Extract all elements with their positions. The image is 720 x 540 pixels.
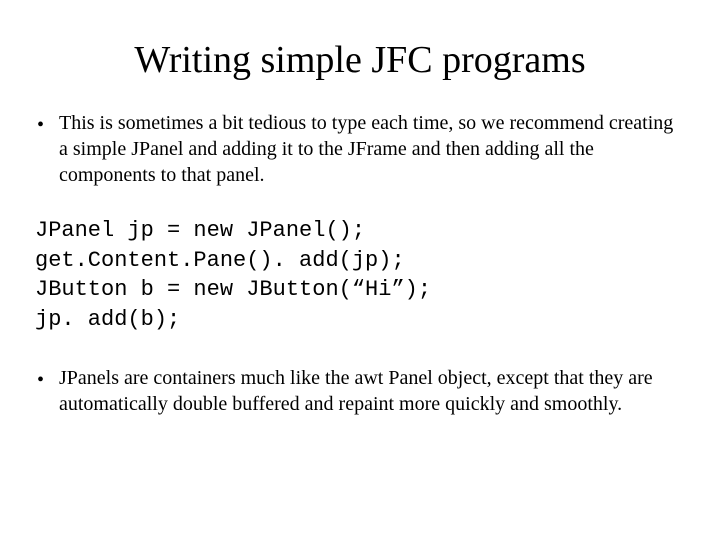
code-line: get.Content.Pane(). add(jp); (35, 246, 685, 276)
bullet-marker: • (35, 365, 59, 393)
code-block: JPanel jp = new JPanel(); get.Content.Pa… (35, 216, 685, 335)
code-line: jp. add(b); (35, 305, 685, 335)
bullet-text: JPanels are containers much like the awt… (59, 365, 685, 417)
slide-title: Writing simple JFC programs (35, 38, 685, 82)
bullet-marker: • (35, 110, 59, 138)
code-line: JPanel jp = new JPanel(); (35, 216, 685, 246)
bullet-item: • This is sometimes a bit tedious to typ… (35, 110, 685, 188)
bullet-text: This is sometimes a bit tedious to type … (59, 110, 685, 188)
bullet-item: • JPanels are containers much like the a… (35, 365, 685, 417)
code-line: JButton b = new JButton(“Hi”); (35, 275, 685, 305)
bullet-list-top: • This is sometimes a bit tedious to typ… (35, 110, 685, 188)
bullet-list-bottom: • JPanels are containers much like the a… (35, 365, 685, 417)
